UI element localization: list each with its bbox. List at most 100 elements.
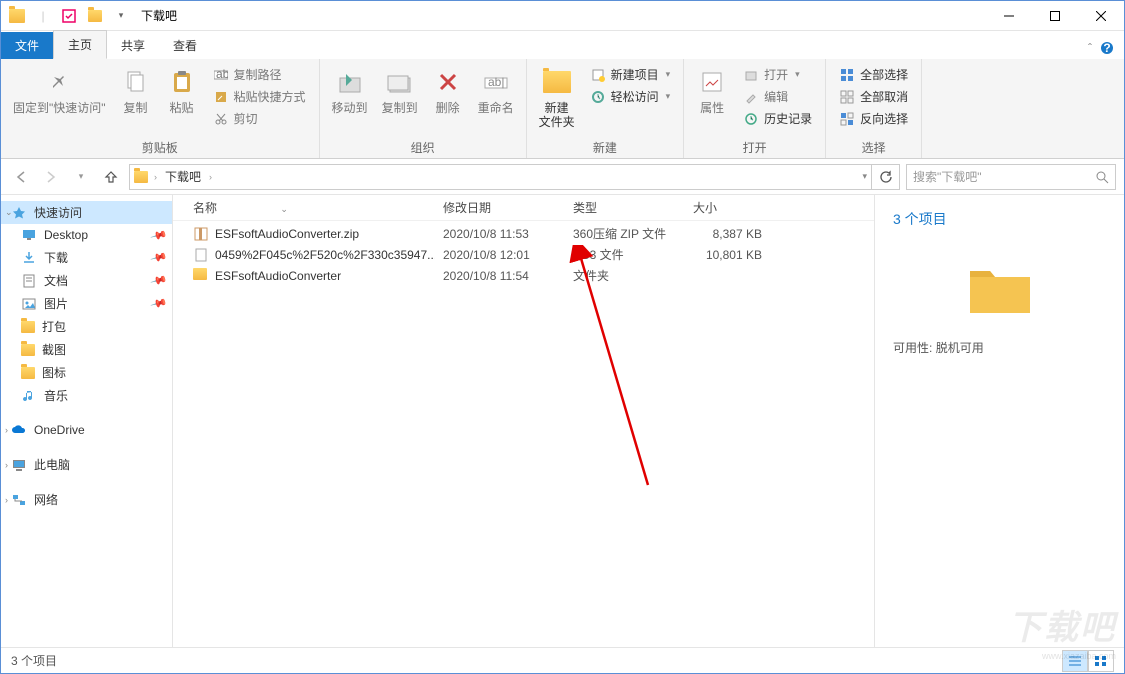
breadcrumb[interactable]: 下载吧	[163, 168, 203, 185]
sidebar-item-jietu[interactable]: 截图	[1, 338, 172, 361]
details-folder-icon	[965, 259, 1035, 319]
select-all-button[interactable]: 全部选择	[836, 64, 911, 85]
history-button[interactable]: 历史记录	[740, 108, 815, 129]
group-label-organize: 组织	[326, 137, 520, 158]
file-row[interactable]: 0459%2F045c%2F520c%2F330c35947... 2020/1…	[173, 244, 874, 265]
file-type: 文件夹	[565, 267, 685, 284]
search-box[interactable]	[906, 164, 1116, 190]
file-type: AC3 文件	[565, 246, 685, 263]
addr-dropdown-icon[interactable]: ▾	[862, 171, 867, 182]
invert-selection-button[interactable]: 反向选择	[836, 108, 911, 129]
chevron-up-icon: ˆ	[1088, 41, 1092, 55]
sidebar-item-label: 截图	[42, 341, 66, 358]
up-button[interactable]	[99, 165, 123, 189]
selectall-icon	[839, 67, 855, 83]
new-folder-button[interactable]: 新建 文件夹	[533, 62, 581, 134]
sidebar-item-documents[interactable]: 文档📌	[1, 269, 172, 292]
edit-button[interactable]: 编辑	[740, 86, 815, 107]
history-icon	[743, 111, 759, 127]
sidebar-item-tubiao[interactable]: 图标	[1, 361, 172, 384]
chevron-down-icon: ⌄	[5, 207, 13, 218]
minimize-button[interactable]	[986, 1, 1032, 31]
col-type[interactable]: 类型	[565, 199, 685, 216]
paste-button[interactable]: 粘贴	[160, 62, 204, 119]
qat-dropdown-icon[interactable]: ▾	[111, 6, 131, 26]
qat-newfolder-icon[interactable]	[85, 6, 105, 26]
col-size[interactable]: 大小	[685, 199, 770, 216]
details-title: 3 个项目	[893, 209, 1106, 229]
easy-access-button[interactable]: 轻松访问▾	[587, 86, 674, 107]
view-details-button[interactable]	[1062, 650, 1088, 672]
address-bar[interactable]: › 下载吧 › ▾	[129, 164, 872, 190]
scissors-icon	[213, 111, 229, 127]
delete-button[interactable]: 删除	[426, 62, 470, 119]
recent-dropdown[interactable]: ▾	[69, 165, 93, 189]
close-button[interactable]	[1078, 1, 1124, 31]
view-toggle	[1062, 650, 1114, 672]
sidebar-item-onedrive[interactable]: ›OneDrive	[1, 419, 172, 441]
details-availability: 可用性: 脱机可用	[893, 339, 1106, 356]
back-button[interactable]	[9, 165, 33, 189]
tab-file[interactable]: 文件	[1, 32, 53, 59]
folder-icon	[21, 367, 35, 379]
copy-path-button[interactable]: ab复制路径	[210, 64, 309, 85]
copy-to-button[interactable]: 复制到	[376, 62, 424, 119]
sidebar-item-downloads[interactable]: 下载📌	[1, 246, 172, 269]
selectnone-icon	[839, 89, 855, 105]
view-icons-button[interactable]	[1088, 650, 1114, 672]
ribbon: 固定到"快速访问" 复制 粘贴 ab复制路径 粘贴快捷方式 剪切 剪贴板 移动到…	[1, 59, 1124, 159]
chevron-right-icon: ›	[5, 495, 8, 505]
sidebar-item-thispc[interactable]: ›此电脑	[1, 453, 172, 476]
sidebar-item-desktop[interactable]: Desktop📌	[1, 224, 172, 246]
sidebar-item-label: 图标	[42, 364, 66, 381]
sidebar-item-music[interactable]: 音乐	[1, 384, 172, 407]
zip-icon	[193, 226, 209, 242]
svg-text:?: ?	[1103, 41, 1110, 55]
file-row[interactable]: ESFsoftAudioConverter.zip 2020/10/8 11:5…	[173, 223, 874, 244]
navigation-bar: ▾ › 下载吧 › ▾	[1, 159, 1124, 195]
music-icon	[21, 388, 37, 404]
tab-home[interactable]: 主页	[53, 30, 107, 59]
file-name: 0459%2F045c%2F520c%2F330c35947...	[215, 248, 435, 262]
sidebar-item-quickaccess[interactable]: ⌄快速访问	[1, 201, 172, 224]
cut-button[interactable]: 剪切	[210, 108, 309, 129]
sidebar-item-label: Desktop	[44, 228, 88, 242]
rename-button[interactable]: ab|重命名	[472, 62, 520, 119]
file-row[interactable]: ESFsoftAudioConverter 2020/10/8 11:54 文件…	[173, 265, 874, 286]
refresh-button[interactable]	[872, 164, 900, 190]
sidebar-item-network[interactable]: › 网络	[1, 488, 172, 511]
path-icon: ab	[213, 67, 229, 83]
properties-button[interactable]: 属性	[690, 62, 734, 119]
tab-share[interactable]: 共享	[107, 32, 159, 59]
sidebar-item-pictures[interactable]: 图片📌	[1, 292, 172, 315]
qat-properties-icon[interactable]	[59, 6, 79, 26]
svg-text:ab: ab	[216, 69, 228, 81]
file-size: 10,801 KB	[685, 248, 770, 262]
pin-quickaccess-button[interactable]: 固定到"快速访问"	[7, 62, 112, 119]
paste-shortcut-button[interactable]: 粘贴快捷方式	[210, 86, 309, 107]
col-date[interactable]: 修改日期	[435, 199, 565, 216]
sidebar-item-label: 网络	[34, 491, 58, 508]
maximize-button[interactable]	[1032, 1, 1078, 31]
open-button[interactable]: 打开▾	[740, 64, 815, 85]
file-date: 2020/10/8 11:54	[435, 269, 565, 283]
rename-icon: ab|	[480, 66, 512, 98]
details-pane: 3 个项目 可用性: 脱机可用	[874, 195, 1124, 647]
sidebar-item-label: 此电脑	[34, 456, 70, 473]
forward-button[interactable]	[39, 165, 63, 189]
document-icon	[21, 273, 37, 289]
sidebar-item-dabao[interactable]: 打包	[1, 315, 172, 338]
pin-icon	[43, 66, 75, 98]
sidebar: ⌄快速访问 Desktop📌 下载📌 文档📌 图片📌 打包 截图 图标 音乐 ›…	[1, 195, 173, 647]
col-name[interactable]: 名称 ⌄	[185, 199, 435, 216]
ribbon-collapse-help[interactable]: ˆ ?	[1078, 37, 1124, 59]
select-none-button[interactable]: 全部取消	[836, 86, 911, 107]
move-to-button[interactable]: 移动到	[326, 62, 374, 119]
new-item-button[interactable]: 新建项目▾	[587, 64, 674, 85]
folder-app-icon	[7, 6, 27, 26]
tab-view[interactable]: 查看	[159, 32, 211, 59]
search-input[interactable]	[913, 170, 1095, 184]
copy-button[interactable]: 复制	[114, 62, 158, 119]
star-icon	[11, 205, 27, 221]
group-label-select: 选择	[832, 137, 915, 158]
